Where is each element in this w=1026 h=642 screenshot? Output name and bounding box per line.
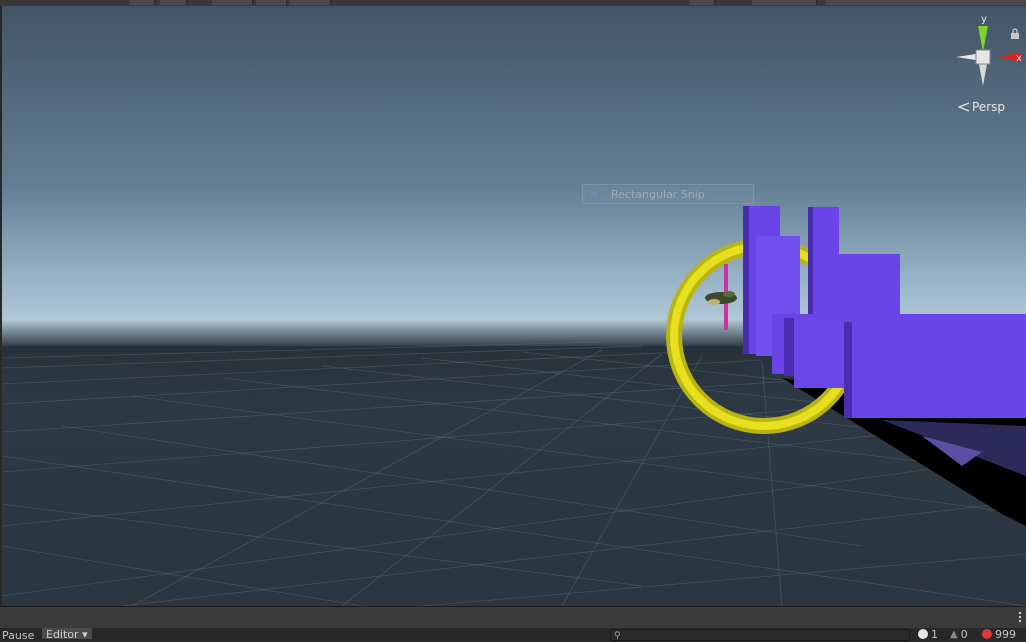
toolbar-button[interactable]: [212, 0, 253, 5]
scene-view[interactable]: Rectangular Snip: [2, 6, 1026, 606]
chevron-down-icon: ▾: [82, 628, 88, 641]
projection-label: Persp: [972, 100, 1005, 114]
rectangular-snip-label: Rectangular Snip: [611, 187, 705, 201]
rectangular-snip-overlay[interactable]: Rectangular Snip: [582, 184, 754, 204]
toolbar-button[interactable]: [130, 0, 155, 5]
editor-dropdown[interactable]: Editor ▾: [42, 628, 92, 641]
gizmo-y-label: y: [981, 14, 987, 25]
search-icon: ⚲: [614, 631, 621, 641]
scene-canvas: [2, 6, 1026, 606]
toolbar-button[interactable]: [752, 0, 817, 5]
console-search-input[interactable]: [610, 629, 910, 641]
warning-count: 0: [960, 627, 968, 641]
more-options-icon[interactable]: [1018, 611, 1022, 623]
gizmo-x-label: x: [1016, 53, 1022, 64]
error-count: 999: [995, 627, 1016, 641]
snip-icon: [591, 191, 597, 197]
lock-icon[interactable]: [1010, 28, 1020, 40]
toolbar-button[interactable]: [290, 0, 331, 5]
projection-toggle[interactable]: Persp: [958, 100, 1005, 114]
toolbar-button[interactable]: [256, 0, 287, 5]
perspective-icon: [958, 102, 970, 112]
toolbar-button[interactable]: [160, 0, 187, 5]
gizmo-center-cube[interactable]: [975, 49, 991, 65]
editor-dropdown-label: Editor: [46, 628, 79, 641]
status-bar: Pause Editor ▾ ⚲ 1 ▲ 0 999: [0, 606, 1026, 642]
log-count: 1: [931, 627, 938, 641]
gizmo-neg-x-cone[interactable]: [956, 54, 976, 60]
gizmo-y-cone[interactable]: [978, 26, 988, 52]
toolbar-button[interactable]: [826, 0, 1026, 5]
toolbar-button[interactable]: [690, 0, 715, 5]
pause-button[interactable]: Pause: [2, 629, 34, 642]
orientation-gizmo[interactable]: y x: [952, 12, 1024, 96]
gizmo-neg-y-cone[interactable]: [979, 64, 987, 86]
